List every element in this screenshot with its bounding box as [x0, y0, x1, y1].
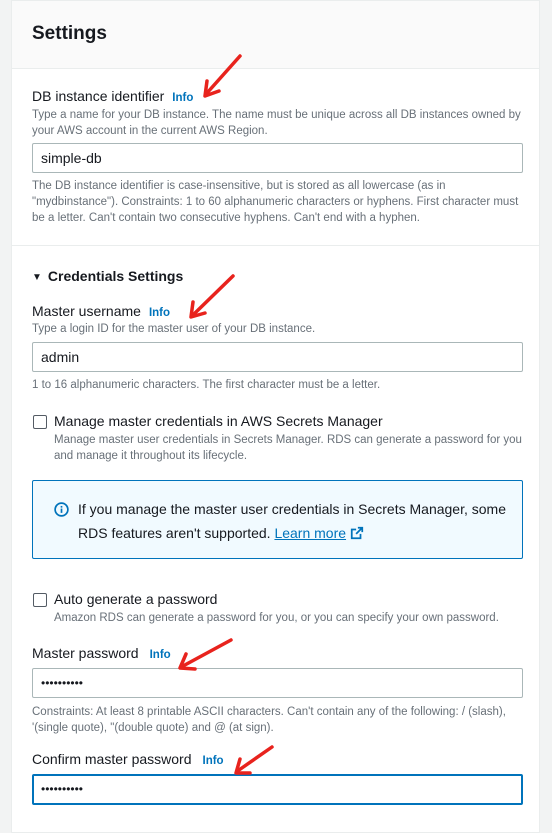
db-identifier-info-link[interactable]: Info [172, 92, 193, 104]
settings-panel: Settings DB instance identifier Info Type… [11, 0, 540, 833]
confirm-password-label: Confirm master password [32, 751, 192, 767]
auto-generate-description: Amazon RDS can generate a password for y… [54, 612, 499, 624]
auto-generate-checkbox[interactable] [33, 593, 47, 607]
section-divider [12, 245, 539, 246]
db-identifier-label: DB instance identifier [32, 88, 165, 104]
master-username-label: Master username [32, 303, 141, 319]
master-username-input[interactable]: admin [32, 342, 523, 372]
page-title: Settings [32, 23, 107, 44]
master-password-info-link[interactable]: Info [150, 649, 171, 661]
confirm-password-info-link[interactable]: Info [203, 755, 224, 767]
external-link-icon[interactable] [350, 526, 364, 540]
master-username-description: Type a login ID for the master user of y… [32, 323, 316, 335]
learn-more-label[interactable]: Learn more [274, 525, 346, 541]
master-password-constraints: Constraints: At least 8 printable ASCII … [32, 706, 506, 734]
learn-more-link[interactable]: Learn more [274, 525, 346, 541]
alert-message: If you manage the master user credential… [78, 497, 508, 545]
db-identifier-input[interactable]: simple-db [32, 143, 523, 173]
master-username-label-row: Master username Info [32, 303, 170, 319]
credentials-section-toggle[interactable]: ▼ Credentials Settings [32, 268, 183, 284]
confirm-password-label-row: Confirm master password Info [32, 751, 224, 767]
db-identifier-constraints: The DB instance identifier is case-insen… [32, 180, 519, 224]
credentials-heading: Credentials Settings [47, 268, 184, 284]
master-username-info-link[interactable]: Info [149, 307, 170, 319]
manage-secrets-description: Manage master user credentials in Secret… [54, 434, 522, 462]
info-circle-icon [54, 502, 69, 517]
secrets-manager-info-alert: If you manage the master user credential… [32, 480, 523, 559]
confirm-password-input[interactable]: •••••••••• [32, 774, 523, 805]
db-identifier-description: Type a name for your DB instance. The na… [32, 109, 521, 137]
manage-secrets-label[interactable]: Manage master credentials in AWS Secrets… [54, 413, 383, 429]
auto-generate-label[interactable]: Auto generate a password [54, 591, 217, 607]
caret-down-icon: ▼ [32, 272, 42, 283]
manage-secrets-checkbox[interactable] [33, 415, 47, 429]
master-password-label: Master password [32, 645, 139, 661]
master-password-input[interactable]: •••••••••• [32, 668, 523, 698]
db-identifier-label-row: DB instance identifier Info [32, 88, 193, 104]
settings-header: Settings [12, 1, 539, 69]
master-password-label-row: Master password Info [32, 645, 171, 661]
master-username-constraints: 1 to 16 alphanumeric characters. The fir… [32, 379, 381, 391]
